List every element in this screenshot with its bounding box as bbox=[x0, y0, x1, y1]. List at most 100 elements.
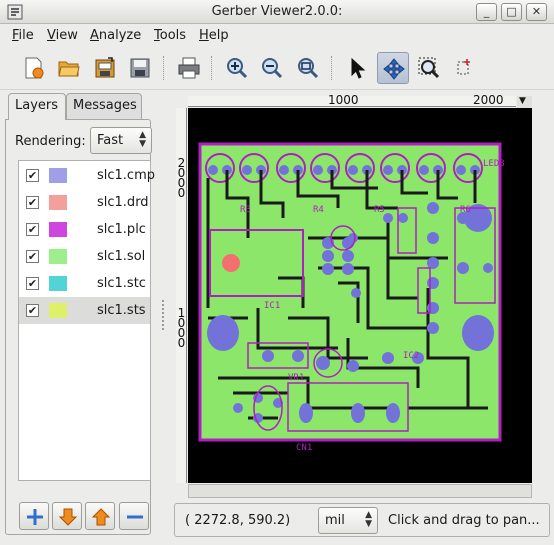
open-project-button[interactable] bbox=[89, 52, 121, 84]
print-button[interactable] bbox=[173, 52, 205, 84]
menu-file[interactable]: File bbox=[12, 28, 34, 43]
move-layer-up-button[interactable] bbox=[85, 502, 115, 530]
layer-color-swatch[interactable] bbox=[49, 168, 67, 183]
board-label-led8: LED8 bbox=[483, 159, 505, 169]
save-icon bbox=[130, 58, 150, 78]
ruler-digit: 0 bbox=[177, 336, 186, 350]
open-button[interactable] bbox=[53, 52, 85, 84]
triangle-down-icon: ▼ bbox=[519, 96, 526, 106]
layer-row-stc[interactable]: ✔ slc1.stc bbox=[19, 270, 150, 297]
zoom-out-icon bbox=[262, 58, 283, 79]
spin-arrows-icon: ▲ ▼ bbox=[139, 130, 146, 149]
close-button[interactable]: ✕ bbox=[526, 3, 547, 21]
zoom-out-button[interactable] bbox=[256, 52, 288, 84]
tab-layers[interactable]: Layers bbox=[8, 93, 66, 120]
minimize-button[interactable]: _ bbox=[476, 3, 497, 21]
ruler-digit: 0 bbox=[177, 186, 186, 200]
drill-hole bbox=[222, 254, 240, 272]
menu-bar: File View Analyze Tools Help bbox=[0, 25, 554, 47]
maximize-button[interactable]: □ bbox=[501, 3, 522, 21]
zoom-in-button[interactable] bbox=[221, 52, 253, 84]
layer-name: slc1.drd bbox=[97, 195, 149, 210]
open-project-icon bbox=[95, 57, 115, 78]
layer-row-drd[interactable]: ✔ slc1.drd bbox=[19, 189, 150, 216]
rendering-select[interactable]: Fast ▲ ▼ bbox=[90, 127, 152, 154]
menu-analyze[interactable]: Analyze bbox=[90, 28, 141, 43]
ruler-vertical: 2000 1000 bbox=[176, 108, 187, 483]
board-label-ic2: IC2 bbox=[403, 351, 419, 361]
layer-color-swatch[interactable] bbox=[49, 222, 67, 237]
open-folder-icon bbox=[58, 61, 80, 77]
layer-list: ✔ slc1.cmp ✔ slc1.drd ✔ slc1.plc ✔ slc1.… bbox=[18, 160, 155, 481]
layer-color-swatch[interactable] bbox=[49, 276, 67, 291]
layer-checkbox[interactable]: ✔ bbox=[26, 169, 39, 182]
new-icon bbox=[25, 57, 44, 79]
layer-row-sts[interactable]: ✔ slc1.sts bbox=[19, 297, 150, 324]
zoom-fit-button[interactable] bbox=[292, 52, 324, 84]
pointer-button[interactable] bbox=[341, 52, 373, 84]
spin-arrows-icon: ▲ ▼ bbox=[365, 510, 372, 529]
ruler-corner: ▼ bbox=[517, 96, 532, 108]
layer-checkbox[interactable]: ✔ bbox=[26, 250, 39, 263]
layer-color-swatch[interactable] bbox=[49, 195, 67, 210]
rendering-value: Fast bbox=[97, 133, 124, 148]
layer-name: slc1.stc bbox=[97, 276, 146, 291]
measure-button[interactable] bbox=[449, 52, 481, 84]
layer-name: slc1.sol bbox=[97, 249, 146, 264]
zoom-in-icon bbox=[227, 58, 248, 79]
status-bar: ( 2272.8, 590.2) mil ▲ ▼ Click and drag t… bbox=[174, 503, 550, 537]
ruler-label: 2000 bbox=[473, 93, 504, 107]
unit-select[interactable]: mil ▲ ▼ bbox=[318, 507, 378, 534]
layer-name: slc1.cmp bbox=[97, 168, 155, 183]
panel-splitter-handle[interactable] bbox=[162, 300, 168, 330]
layer-name: slc1.plc bbox=[97, 222, 146, 237]
pan-icon bbox=[383, 58, 405, 80]
tab-messages[interactable]: Messages bbox=[66, 93, 142, 119]
horizontal-scrollbar[interactable] bbox=[188, 484, 532, 498]
board-label-r3: R3 bbox=[240, 205, 251, 215]
board-label-r4: R4 bbox=[313, 205, 324, 215]
remove-icon bbox=[127, 515, 143, 519]
toolbar-separator bbox=[163, 56, 165, 80]
layers-panel: Layers Messages Rendering: Fast ▲ ▼ ✔ slc… bbox=[5, 93, 155, 535]
title-bar: Gerber Viewer2.0.0: _ □ ✕ bbox=[0, 0, 554, 24]
layer-color-swatch[interactable] bbox=[49, 249, 67, 264]
add-icon bbox=[27, 509, 43, 525]
zoom-fit-icon bbox=[298, 58, 319, 79]
layer-checkbox[interactable]: ✔ bbox=[26, 277, 39, 290]
toolbar-separator bbox=[211, 56, 213, 80]
window-title: Gerber Viewer2.0.0: bbox=[211, 4, 343, 19]
layer-color-swatch[interactable] bbox=[49, 303, 67, 318]
save-button[interactable] bbox=[124, 52, 156, 84]
layer-checkbox[interactable]: ✔ bbox=[26, 196, 39, 209]
toolbar bbox=[0, 48, 554, 90]
board-label-ic1: IC1 bbox=[264, 301, 280, 311]
layer-checkbox[interactable]: ✔ bbox=[26, 304, 39, 317]
add-layer-button[interactable] bbox=[19, 502, 49, 530]
board-label-cn1: CN1 bbox=[296, 443, 312, 453]
new-button[interactable] bbox=[18, 52, 50, 84]
menu-view[interactable]: View bbox=[47, 28, 78, 43]
layer-name: slc1.sts bbox=[97, 303, 146, 318]
pointer-icon bbox=[351, 57, 366, 79]
board-label-vr1: VR1 bbox=[288, 373, 304, 383]
layer-checkbox[interactable]: ✔ bbox=[26, 223, 39, 236]
status-message: Click and drag to pan... bbox=[388, 513, 540, 528]
remove-layer-button[interactable] bbox=[119, 502, 149, 530]
zoom-region-icon bbox=[418, 57, 440, 79]
layer-row-sol[interactable]: ✔ slc1.sol bbox=[19, 243, 150, 270]
pcb-board: LED8 R3 R4 R5 R6 IC1 VR1 IC2 CN1 bbox=[198, 142, 505, 453]
move-down-icon bbox=[58, 508, 78, 526]
unit-value: mil bbox=[325, 513, 345, 528]
cursor-coordinates: ( 2272.8, 590.2) bbox=[185, 513, 291, 528]
zoom-region-button[interactable] bbox=[413, 52, 445, 84]
pan-button[interactable] bbox=[377, 52, 409, 84]
toolbar-separator bbox=[331, 56, 333, 80]
menu-help[interactable]: Help bbox=[199, 28, 229, 43]
layer-row-plc[interactable]: ✔ slc1.plc bbox=[19, 216, 150, 243]
board-label-r5: R5 bbox=[374, 205, 385, 215]
move-layer-down-button[interactable] bbox=[52, 502, 82, 530]
gerber-canvas[interactable]: LED8 R3 R4 R5 R6 IC1 VR1 IC2 CN1 bbox=[188, 108, 532, 483]
layer-row-cmp[interactable]: ✔ slc1.cmp bbox=[19, 162, 155, 189]
menu-tools[interactable]: Tools bbox=[154, 28, 186, 43]
